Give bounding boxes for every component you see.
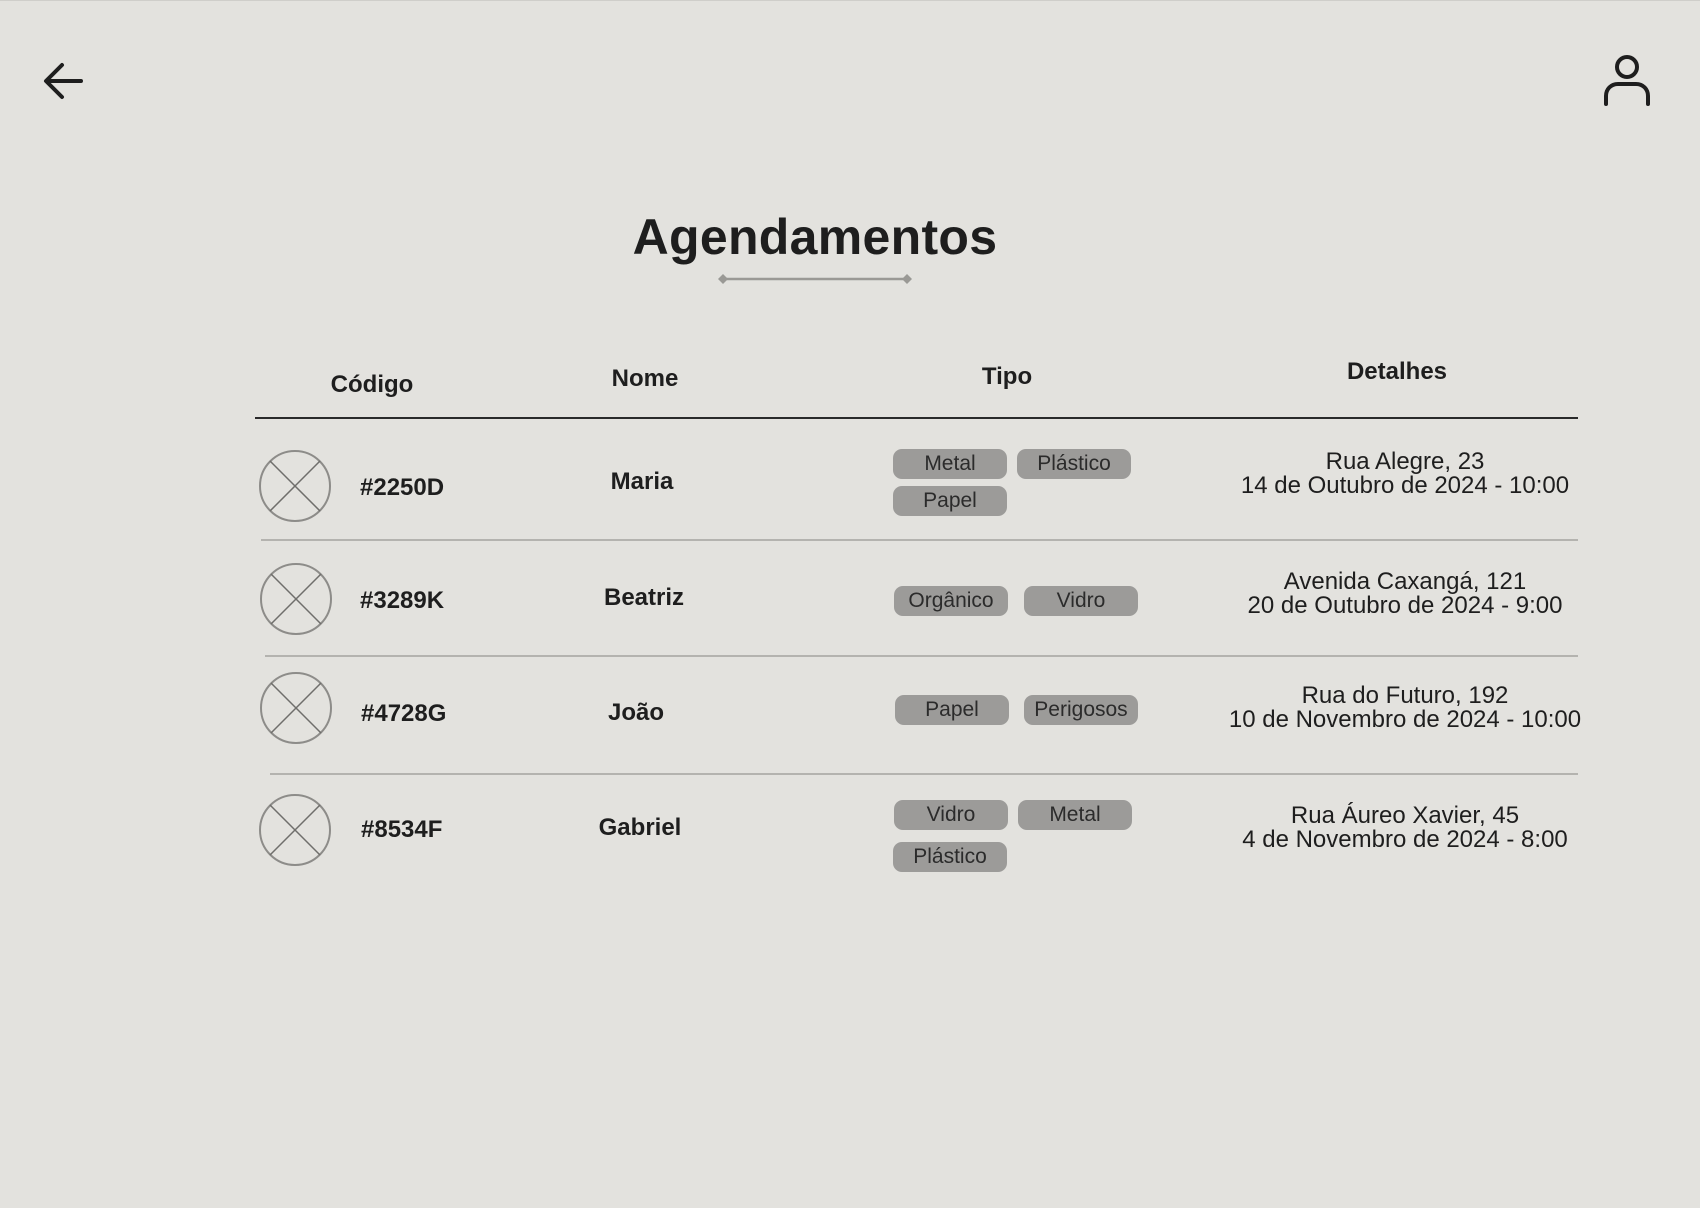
row-name: Maria [610, 468, 674, 495]
avatar-placeholder-icon [260, 672, 332, 744]
tag[interactable]: Metal [1018, 800, 1132, 830]
row-code: #4728G [361, 700, 447, 727]
column-header-code: Código [330, 371, 414, 398]
tag[interactable]: Vidro [1024, 586, 1138, 616]
row-name: Beatriz [603, 584, 685, 611]
column-header-details: Detalhes [1346, 358, 1448, 385]
row-datetime: 4 de Novembro de 2024 - 8:00 [1242, 826, 1568, 853]
back-button[interactable] [38, 54, 88, 104]
tag[interactable]: Perigosos [1024, 695, 1138, 725]
tag[interactable]: Papel [895, 695, 1009, 725]
avatar-placeholder-icon [259, 450, 331, 522]
row-datetime: 10 de Novembro de 2024 - 10:00 [1228, 706, 1582, 733]
tag[interactable]: Plástico [893, 842, 1007, 872]
row-details: Rua Áureo Xavier, 45 4 de Novembro de 20… [1195, 804, 1615, 852]
row-details: Avenida Caxangá, 121 20 de Outubro de 20… [1195, 570, 1615, 618]
row-details: Rua Alegre, 23 14 de Outubro de 2024 - 1… [1195, 450, 1615, 498]
row-code: #3289K [360, 587, 445, 614]
user-icon [1604, 55, 1650, 106]
profile-button[interactable] [1600, 52, 1654, 108]
row-code: #2250D [360, 474, 445, 501]
page-title: Agendamentos [632, 209, 998, 265]
tag[interactable]: Orgânico [894, 586, 1008, 616]
header-divider [255, 417, 1578, 419]
row-address: Rua do Futuro, 192 [1301, 682, 1509, 709]
column-header-name: Nome [611, 365, 679, 392]
row-code: #8534F [361, 816, 443, 843]
avatar-placeholder-icon [259, 794, 331, 866]
row-address: Rua Áureo Xavier, 45 [1290, 802, 1520, 829]
row-divider [265, 655, 1578, 657]
column-header-type: Tipo [981, 363, 1033, 390]
row-datetime: 14 de Outubro de 2024 - 10:00 [1240, 472, 1570, 499]
row-address: Avenida Caxangá, 121 [1283, 568, 1527, 595]
row-address: Rua Alegre, 23 [1325, 448, 1485, 475]
row-divider [261, 539, 1578, 541]
arrow-left-icon [44, 63, 83, 99]
row-divider [270, 773, 1578, 775]
top-border [0, 0, 1700, 1]
row-details: Rua do Futuro, 192 10 de Novembro de 202… [1195, 684, 1615, 732]
avatar-placeholder-icon [260, 563, 332, 635]
tag[interactable]: Papel [893, 486, 1007, 516]
tag[interactable]: Vidro [894, 800, 1008, 830]
row-name: João [607, 699, 664, 726]
tag[interactable]: Plástico [1017, 449, 1131, 479]
tag[interactable]: Metal [893, 449, 1007, 479]
row-name: Gabriel [598, 814, 682, 841]
row-datetime: 20 de Outubro de 2024 - 9:00 [1247, 592, 1563, 619]
title-underline [718, 274, 912, 284]
